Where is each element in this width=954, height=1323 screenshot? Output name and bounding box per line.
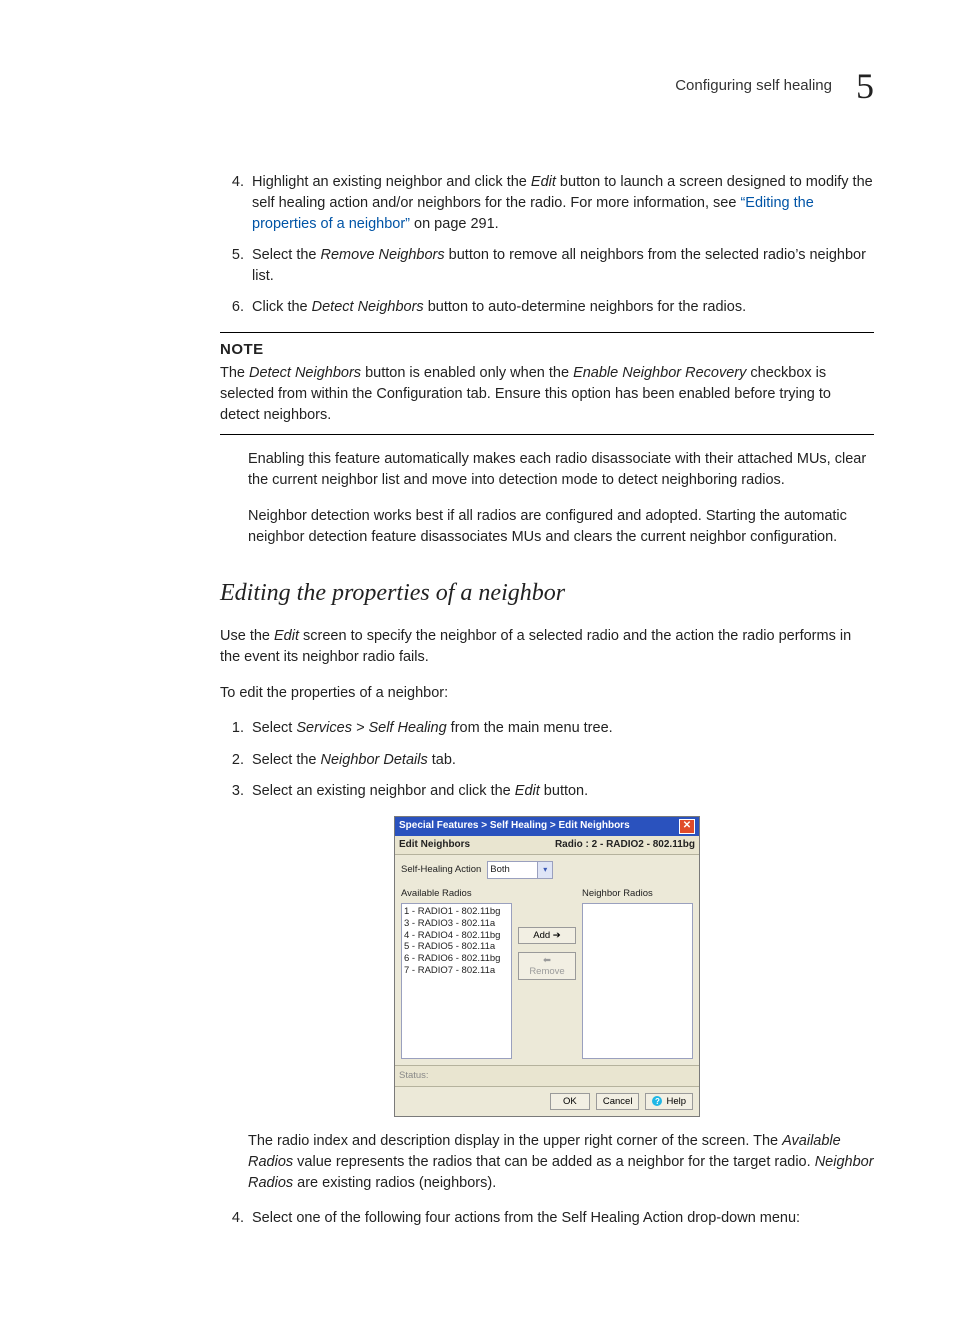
list-item[interactable]: 7 - RADIO7 - 802.11a bbox=[404, 965, 509, 977]
step2-1: Select Services > Self Healing from the … bbox=[248, 718, 874, 739]
help-button[interactable]: ? Help bbox=[645, 1093, 693, 1110]
list-item[interactable]: 4 - RADIO4 - 802.11bg bbox=[404, 930, 509, 942]
step2-3: Select an existing neighbor and click th… bbox=[248, 781, 874, 802]
list-item[interactable]: 3 - RADIO3 - 802.11a bbox=[404, 918, 509, 930]
after-shot-para: The radio index and description display … bbox=[248, 1131, 874, 1194]
note-block: NOTE The Detect Neighbors button is enab… bbox=[220, 332, 874, 435]
action-label: Self-Healing Action bbox=[401, 863, 481, 877]
step-5: Select the Remove Neighbors button to re… bbox=[248, 245, 874, 287]
neighbor-radios-list[interactable] bbox=[582, 903, 693, 1059]
chevron-down-icon: ▾ bbox=[537, 862, 552, 878]
para-detection: Neighbor detection works best if all rad… bbox=[248, 506, 874, 548]
running-header: Configuring self healing 5 bbox=[80, 60, 874, 112]
procedure-list-3: Select one of the following four actions… bbox=[220, 1208, 874, 1229]
remove-button[interactable]: ⬅ Remove bbox=[518, 952, 576, 980]
self-healing-action-select[interactable]: Both ▾ bbox=[487, 861, 553, 879]
add-button[interactable]: Add ➔ bbox=[518, 927, 576, 944]
panel-title: Edit Neighbors bbox=[399, 838, 470, 853]
procedure-list-1: Highlight an existing neighbor and click… bbox=[220, 172, 874, 318]
edit-neighbors-dialog: Special Features > Self Healing > Edit N… bbox=[394, 816, 700, 1117]
close-icon[interactable]: ✕ bbox=[679, 819, 695, 834]
step-4: Highlight an existing neighbor and click… bbox=[248, 172, 874, 235]
step3-4: Select one of the following four actions… bbox=[248, 1208, 874, 1229]
neighbor-radios-label: Neighbor Radios bbox=[582, 887, 693, 901]
select-value: Both bbox=[490, 863, 510, 877]
step2-2: Select the Neighbor Details tab. bbox=[248, 750, 874, 771]
running-head-text: Configuring self healing bbox=[675, 75, 832, 97]
status-bar: Status: bbox=[395, 1065, 699, 1087]
available-radios-label: Available Radios bbox=[401, 887, 512, 901]
step-6: Click the Detect Neighbors button to aut… bbox=[248, 297, 874, 318]
chapter-number: 5 bbox=[856, 60, 874, 112]
section-heading: Editing the properties of a neighbor bbox=[220, 576, 874, 611]
list-item[interactable]: 5 - RADIO5 - 802.11a bbox=[404, 941, 509, 953]
available-radios-list[interactable]: 1 - RADIO1 - 802.11bg 3 - RADIO3 - 802.1… bbox=[401, 903, 512, 1059]
para-enabling: Enabling this feature automatically make… bbox=[248, 449, 874, 491]
list-item[interactable]: 6 - RADIO6 - 802.11bg bbox=[404, 953, 509, 965]
ok-button[interactable]: OK bbox=[550, 1093, 590, 1110]
dialog-subheader: Edit Neighbors Radio : 2 - RADIO2 - 802.… bbox=[395, 836, 699, 856]
intro-para: Use the Edit screen to specify the neigh… bbox=[220, 626, 874, 668]
dialog-breadcrumb: Special Features > Self Healing > Edit N… bbox=[399, 819, 630, 834]
procedure-list-2: Select Services > Self Healing from the … bbox=[220, 718, 874, 801]
note-body: The Detect Neighbors button is enabled o… bbox=[220, 363, 874, 426]
list-item[interactable]: 1 - RADIO1 - 802.11bg bbox=[404, 906, 509, 918]
dialog-titlebar: Special Features > Self Healing > Edit N… bbox=[395, 817, 699, 836]
help-label: Help bbox=[666, 1096, 686, 1107]
lead-in: To edit the properties of a neighbor: bbox=[220, 683, 874, 704]
cancel-button[interactable]: Cancel bbox=[596, 1093, 640, 1110]
radio-indicator: Radio : 2 - RADIO2 - 802.11bg bbox=[555, 838, 695, 853]
note-label: NOTE bbox=[220, 339, 874, 361]
help-icon: ? bbox=[652, 1096, 662, 1106]
